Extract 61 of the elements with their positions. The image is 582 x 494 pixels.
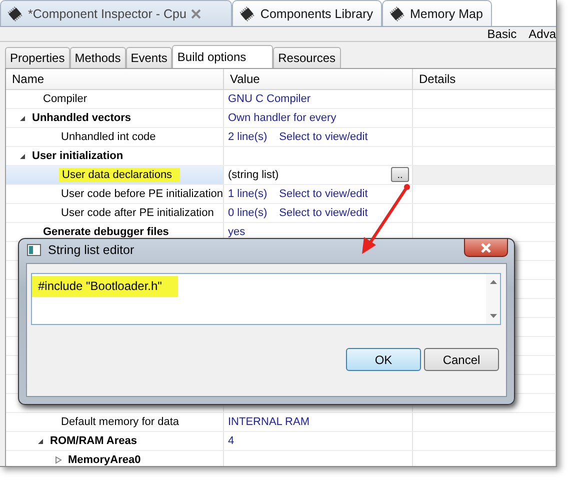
name-cell[interactable]: Default memory for data [6,413,224,431]
property-name: User code after PE initialization [60,207,215,219]
property-value: 2 line(s) [227,131,268,143]
view-edit-link[interactable]: Select to view/edit [267,188,368,200]
editor-tab[interactable]: Memory Map [382,0,492,26]
name-cell[interactable]: Unhandled int code [6,128,224,146]
dialog-button[interactable]: OK [346,348,421,371]
editor-tab[interactable]: Components Library [232,0,382,26]
column-header[interactable]: Name [6,69,224,89]
property-name: Default memory for data [60,416,180,428]
view-mode-link[interactable]: Basic [487,27,517,41]
property-value: 0 line(s) [227,207,268,219]
scroll-down-icon[interactable] [490,314,496,318]
property-name: User initialization [31,150,124,162]
property-value: 1 line(s) [227,188,268,200]
name-cell[interactable]: User code after PE initialization [6,204,224,222]
tab[interactable]: Properties [5,47,70,68]
property-name: MemoryArea0 [67,454,142,466]
property-name: User code before PE initialization [60,188,224,200]
expanded-triangle-icon[interactable] [37,438,44,444]
name-cell[interactable]: User initialization [6,147,224,165]
property-name: Unhandled int code [60,131,157,143]
expanded-triangle-icon[interactable] [19,152,26,160]
view-edit-link[interactable]: Select to view/edit [267,131,368,143]
tab[interactable]: Build options [172,45,274,68]
property-value: 4 [227,435,234,447]
name-cell[interactable]: Compiler [6,90,224,108]
dialog-title: String list editor [48,243,134,257]
close-icon [480,242,492,252]
property-name: ROM/RAM Areas [49,435,138,447]
edit-button[interactable]: .. [391,167,409,182]
name-cell[interactable]: MemoryArea0 [6,451,224,466]
text-area[interactable]: #include "Bootloader.h" [31,273,501,325]
collapsed-triangle-icon[interactable] [55,456,62,464]
name-cell[interactable]: ROM/RAM Areas [6,432,224,450]
property-value: INTERNAL RAM [227,416,310,428]
property-value: yes [227,226,246,238]
property-value: Own handler for every [227,112,336,124]
property-name: Generate debugger files [42,226,170,238]
property-value: (string list) [227,169,279,181]
column-header[interactable]: Details [413,69,556,89]
window-icon [27,244,41,256]
property-name: Compiler [42,93,88,105]
name-cell[interactable]: User code before PE initialization [6,185,224,203]
tab[interactable]: Methods [70,47,126,68]
tab[interactable]: Resources [273,47,340,68]
property-name: User data declarations [59,168,180,182]
property-value: GNU C Compiler [227,93,311,105]
name-cell[interactable]: User data declarations [6,166,224,184]
close-button[interactable] [464,239,508,257]
view-edit-link[interactable]: Select to view/edit [267,207,368,219]
tab[interactable]: Events [126,47,172,68]
property-name: Unhandled vectors [31,112,132,124]
editor-tab[interactable]: *Component Inspector - Cpu [0,0,232,26]
expanded-triangle-icon[interactable] [19,114,26,122]
scroll-up-icon[interactable] [490,280,496,284]
column-header[interactable]: Value [224,69,413,89]
view-mode-link[interactable]: Adva [528,27,556,41]
close-icon[interactable] [191,8,202,18]
dialog-button[interactable]: Cancel [424,348,499,371]
name-cell[interactable]: Unhandled vectors [6,109,224,127]
